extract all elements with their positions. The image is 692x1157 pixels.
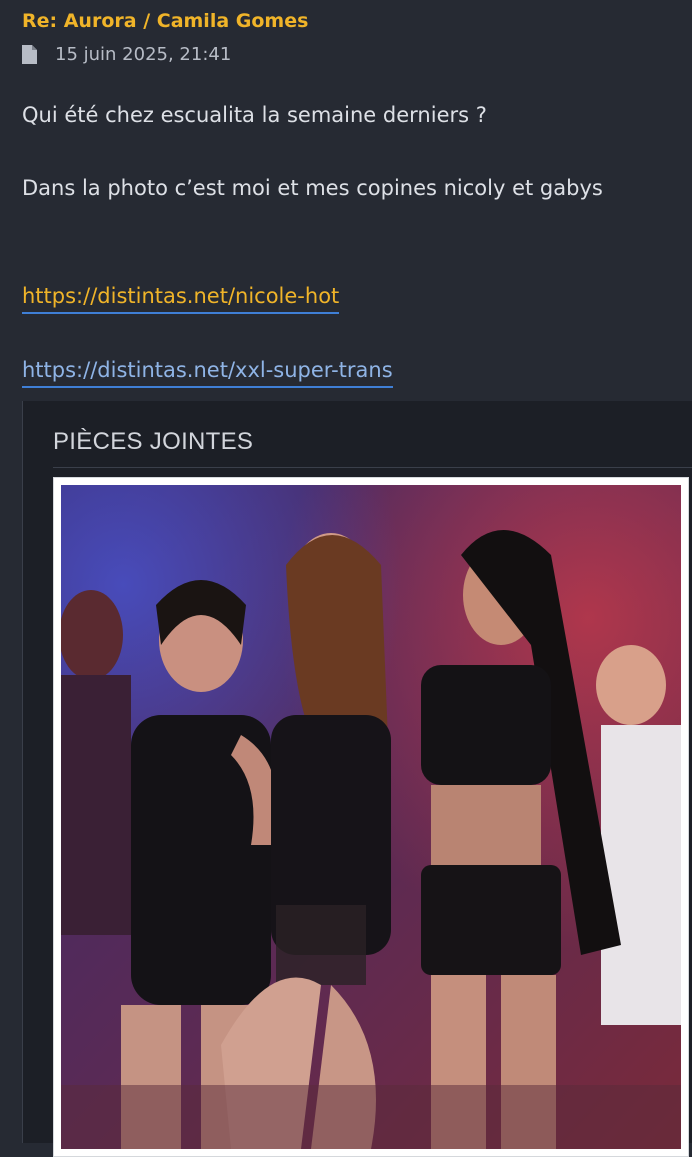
attachment-image-frame[interactable] <box>53 477 689 1157</box>
post-meta: 15 juin 2025, 21:41 <box>22 44 231 65</box>
post-text-line-1: Qui été chez escualita la semaine dernie… <box>22 103 487 127</box>
attachments-divider <box>53 467 692 468</box>
post-date: 15 juin 2025, 21:41 <box>55 44 232 65</box>
party-photo-illustration <box>61 485 681 1149</box>
post-text-line-2: Dans la photo c’est moi et mes copines n… <box>22 176 603 200</box>
document-icon <box>22 45 37 64</box>
post-link-nicole-hot[interactable]: https://distintas.net/nicole-hot <box>22 281 340 314</box>
post-link-xxl-super-trans[interactable]: https://distintas.net/xxl-super-trans <box>22 355 393 388</box>
attachments-header: PIÈCES JOINTES <box>53 428 254 455</box>
attachments-panel: PIÈCES JOINTES <box>22 401 692 1157</box>
post-title[interactable]: Re: Aurora / Camila Gomes <box>22 10 308 32</box>
attachment-image[interactable] <box>61 485 681 1149</box>
